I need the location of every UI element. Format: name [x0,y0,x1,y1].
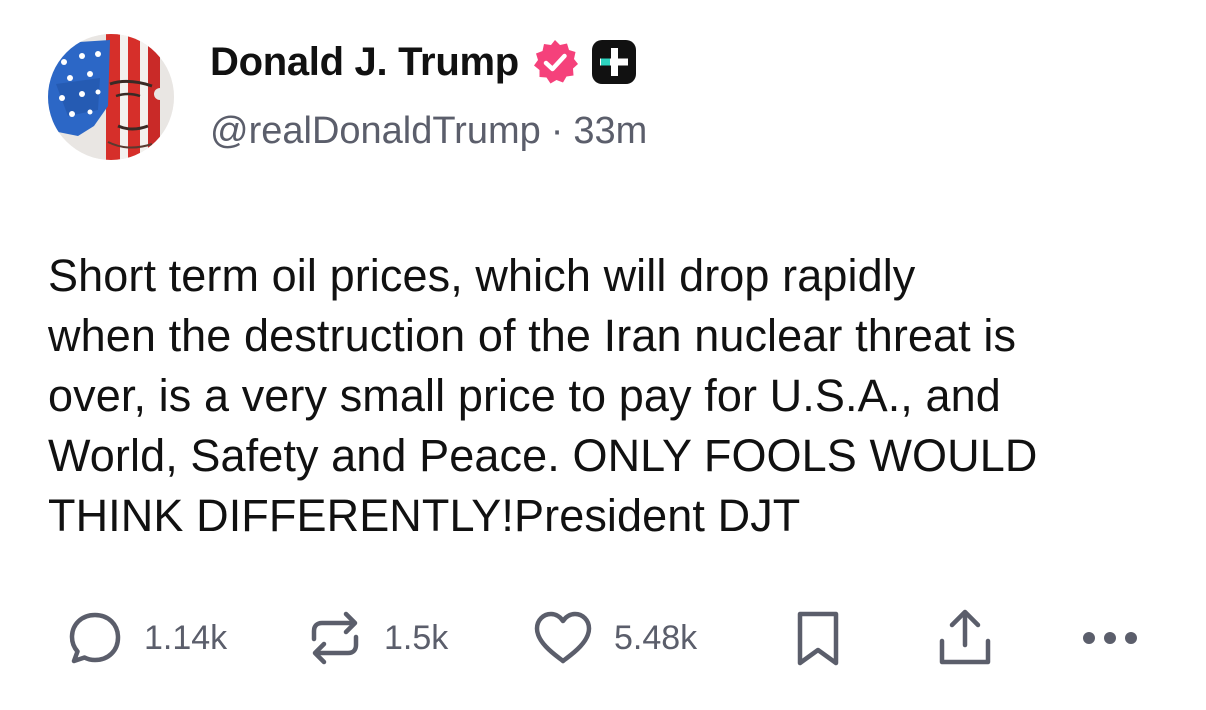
comment-icon [69,612,121,664]
post-actions-bar: 1.14k 1.5k 5.48k [0,606,1206,670]
reply-count: 1.14k [144,618,228,657]
post-body-text: Short term oil prices, which will drop r… [48,250,1038,541]
meta-separator: · [550,110,564,152]
more-options-button[interactable] [1080,606,1140,670]
share-button[interactable] [934,606,996,670]
avatar[interactable] [48,34,174,160]
more-icon [1083,632,1137,644]
repost-icon [311,611,359,665]
avatar-image [48,34,174,160]
verified-badge-icon [531,38,579,86]
author-display-name[interactable]: Donald J. Trump [210,40,519,85]
like-button[interactable]: 5.48k [532,606,697,670]
reply-button[interactable]: 1.14k [66,606,227,670]
post-card: Donald J. Trump @realDonaldTrump · 33m S… [0,0,1206,710]
repost-button[interactable]: 1.5k [306,606,448,670]
bookmark-button[interactable] [792,606,844,670]
heart-icon [534,611,592,664]
author-meta-row: @realDonaldTrump · 33m [210,110,647,153]
author-handle[interactable]: @realDonaldTrump [210,110,541,153]
bookmark-icon [797,611,839,666]
author-name-row: Donald J. Trump [210,38,637,86]
share-icon [939,609,991,665]
like-count: 5.48k [614,618,698,657]
post-timestamp[interactable]: 33m [573,110,647,153]
plus-badge-icon [591,39,637,85]
repost-count: 1.5k [384,618,449,657]
